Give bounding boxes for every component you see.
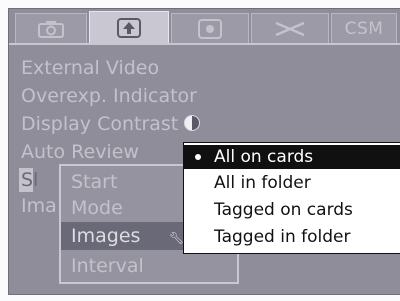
tab-csm[interactable]: CSM bbox=[331, 13, 397, 43]
dropdown-option-tagged-on-cards[interactable]: Tagged on cards bbox=[184, 198, 400, 222]
menu-item-display-contrast-label: Display Contrast bbox=[21, 113, 179, 135]
menu-item-external-video[interactable]: External Video bbox=[21, 57, 159, 79]
tools-icon bbox=[274, 20, 306, 38]
playback-icon bbox=[116, 17, 142, 39]
tab-settings[interactable] bbox=[171, 13, 249, 43]
submenu-item-start[interactable]: Start bbox=[71, 171, 117, 193]
submenu-item-mode[interactable]: Mode bbox=[71, 197, 123, 219]
dropdown-option-label: Tagged on cards bbox=[214, 200, 353, 220]
submenu-item-images-label: Images bbox=[71, 225, 141, 247]
menu-item-slideshow[interactable]: Sl bbox=[21, 169, 38, 191]
dropdown-option-tagged-in-folder[interactable]: Tagged in folder bbox=[184, 225, 400, 249]
tab-playback[interactable] bbox=[89, 11, 169, 43]
contrast-icon bbox=[184, 115, 201, 131]
menu-item-display-contrast[interactable]: Display Contrast bbox=[21, 113, 201, 135]
dropdown-option-label: All in folder bbox=[214, 173, 311, 193]
submenu-item-interval[interactable]: Interval bbox=[71, 255, 144, 277]
dropdown-option-label: Tagged in folder bbox=[214, 227, 351, 247]
dropdown-option-all-on-cards[interactable]: All on cards bbox=[184, 145, 400, 169]
dropdown-option-label: All on cards bbox=[214, 147, 314, 167]
tab-tools[interactable] bbox=[251, 13, 329, 43]
menu-item-auto-review[interactable]: Auto Review bbox=[21, 141, 139, 163]
tab-csm-label: CSM bbox=[344, 18, 384, 39]
menu-tab-bar: CSM bbox=[9, 9, 400, 43]
dropdown-option-all-in-folder[interactable]: All in folder bbox=[184, 171, 400, 195]
selected-bullet-icon bbox=[195, 154, 201, 160]
settings-icon bbox=[198, 18, 222, 39]
menu-item-overexp-indicator[interactable]: Overexp. Indicator bbox=[21, 85, 197, 107]
menu-item-image[interactable]: Ima bbox=[21, 195, 57, 217]
camera-icon bbox=[38, 20, 64, 38]
tab-camera[interactable] bbox=[15, 13, 87, 43]
wrench-icon: 🔧︎ bbox=[169, 231, 185, 245]
images-dropdown: All on cards All in folder Tagged on car… bbox=[183, 142, 400, 254]
camera-menu-screen: CSM External Video Overexp. Indicator Di… bbox=[8, 8, 400, 295]
